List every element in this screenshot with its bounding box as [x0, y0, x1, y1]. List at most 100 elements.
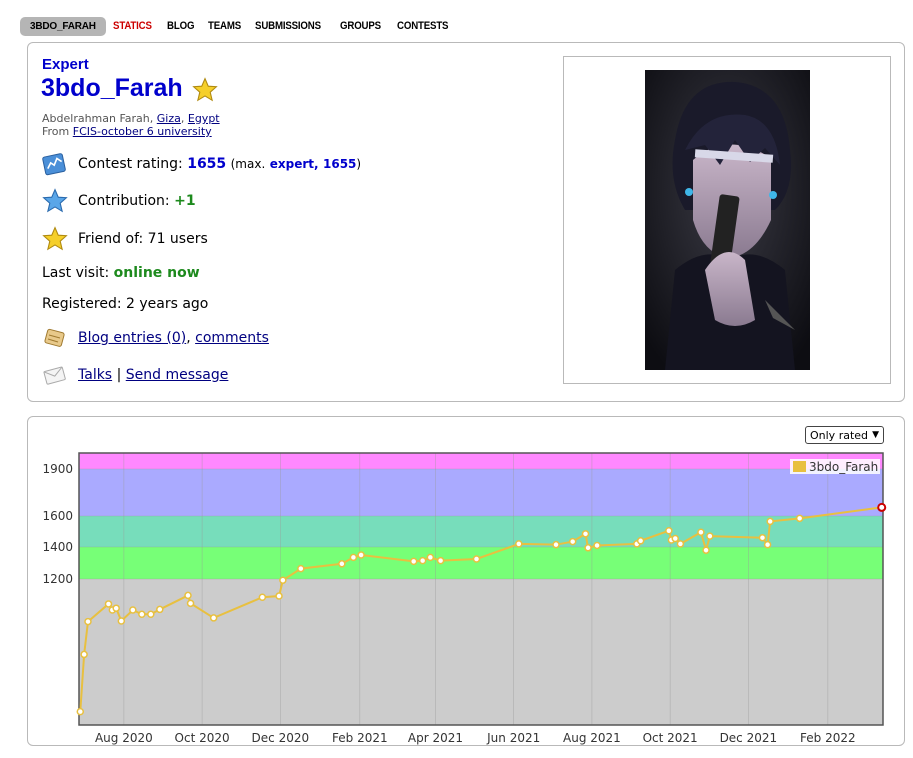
x-tick-label: Dec 2021 [720, 731, 778, 745]
rating-point [706, 532, 714, 540]
legend-swatch [793, 461, 806, 472]
full-name: Abdelrahman Farah, [42, 112, 154, 125]
organization-link[interactable]: FCIS-october 6 university [73, 125, 212, 138]
star-icon[interactable] [192, 77, 218, 103]
rating-band-1900 [79, 453, 883, 469]
tab-statics[interactable]: STATICS [106, 16, 159, 36]
rating-point [279, 576, 287, 584]
max-rank: expert, [269, 157, 319, 171]
x-tick-label: Aug 2021 [563, 731, 621, 745]
rating-point [357, 551, 365, 559]
rating-point [80, 650, 88, 659]
y-tick-label: 1900 [42, 462, 73, 476]
rating-chart-icon [42, 153, 66, 176]
max-rating: 1655 [323, 157, 357, 171]
city-link[interactable]: Giza [157, 112, 181, 125]
rating-point [877, 502, 887, 512]
from-label: From [42, 125, 70, 138]
legend-label: 3bdo_Farah [809, 460, 878, 474]
y-tick-label: 1400 [42, 540, 73, 554]
rating-value: 1655 [187, 156, 227, 172]
rating-point [671, 534, 680, 543]
rating-point [436, 556, 445, 565]
rating-point [138, 610, 146, 619]
y-tick-label: 1600 [42, 509, 73, 523]
max-suffix: ) [356, 157, 362, 171]
rating-point [426, 553, 435, 562]
contribution-value: +1 [174, 193, 196, 209]
rating-point [472, 555, 481, 563]
tab-submissions[interactable]: SUBMISSIONS [248, 16, 328, 36]
rating-point [418, 556, 427, 565]
rating-point [766, 517, 774, 526]
user-handle: 3bdo_Farah [41, 74, 183, 102]
profile-tabs: 3BDO_FARAH STATICS BLOG TEAMS SUBMISSION… [20, 15, 458, 37]
friend-star-icon [42, 226, 68, 251]
rating-point [209, 614, 218, 622]
x-tick-label: Jun 2021 [486, 731, 540, 745]
comments-link[interactable]: comments [195, 330, 269, 346]
user-info: Abdelrahman Farah, Giza, Egypt From FCIS… [42, 112, 220, 138]
x-tick-label: Oct 2021 [643, 731, 698, 745]
blog-notebook-icon [44, 328, 65, 347]
x-tick-label: Apr 2021 [408, 731, 463, 745]
rating-point [297, 564, 305, 573]
rating-point [156, 605, 164, 614]
rating-point [409, 557, 418, 566]
blog-row: Blog entries (0), comments [42, 325, 269, 351]
contribution-star-icon [42, 188, 68, 213]
x-tick-label: Feb 2021 [332, 731, 388, 745]
max-prefix: (max. [230, 157, 266, 171]
tab-blog[interactable]: BLOG [160, 16, 201, 36]
rating-point [552, 540, 560, 549]
country-link[interactable]: Egypt [188, 112, 220, 125]
talks-row: Talks | Send message [42, 362, 228, 388]
rating-point [184, 591, 192, 600]
tab-contests[interactable]: CONTESTS [390, 16, 455, 36]
last-visit-value: online now [113, 265, 200, 281]
envelope-icon [43, 366, 66, 385]
x-tick-label: Oct 2020 [175, 731, 230, 745]
last-visit-label: Last visit: [42, 265, 110, 281]
rating-point [117, 617, 126, 625]
rating-point [581, 530, 590, 538]
rating-label: Contest rating: [78, 156, 183, 172]
y-tick-label: 1200 [42, 572, 73, 586]
rating-point [763, 540, 772, 549]
rating-point [636, 537, 645, 545]
rating-point [758, 533, 767, 542]
rating-point [697, 528, 705, 537]
rating-point [104, 600, 113, 608]
rating-band-0 [79, 579, 883, 725]
rating-point [665, 526, 673, 535]
rating-chart: Aug 2020 Oct 2020 Dec 2020 Feb 2021 Apr 2021… [42, 452, 887, 745]
tab-handle[interactable]: 3BDO_FARAH [20, 16, 106, 36]
rating-point [702, 546, 710, 554]
rating-point [112, 604, 120, 612]
talks-link[interactable]: Talks [78, 367, 112, 383]
profile-card: Expert 3bdo_Farah Abdelrahman Farah, Giz… [27, 42, 905, 402]
tab-teams[interactable]: TEAMS [201, 16, 248, 36]
friend-of-text: Friend of: 71 users [78, 231, 208, 247]
rating-point [129, 606, 137, 614]
rating-point [676, 540, 685, 548]
rating-band-1600 [79, 469, 883, 516]
rating-point [147, 610, 155, 619]
rating-point [186, 599, 195, 608]
registered-text: Registered: 2 years ago [42, 296, 209, 312]
send-message-link[interactable]: Send message [126, 367, 229, 383]
contribution-label: Contribution: [78, 193, 170, 209]
avatar [645, 70, 810, 370]
rating-band-1400 [79, 516, 883, 547]
registered-row: Registered: 2 years ago [42, 296, 208, 312]
x-tick-label: Dec 2020 [252, 731, 310, 745]
rating-point [568, 537, 577, 546]
avatar-frame [563, 56, 891, 384]
rating-point [795, 514, 804, 523]
blog-entries-link[interactable]: Blog entries (0) [78, 330, 186, 346]
x-tick-label: Aug 2020 [95, 731, 153, 745]
tab-groups[interactable]: GROUPS [333, 16, 388, 36]
rating-point [593, 541, 601, 550]
friend-row: Friend of: 71 users [42, 226, 208, 252]
last-visit-row: Last visit: online now [42, 265, 200, 281]
